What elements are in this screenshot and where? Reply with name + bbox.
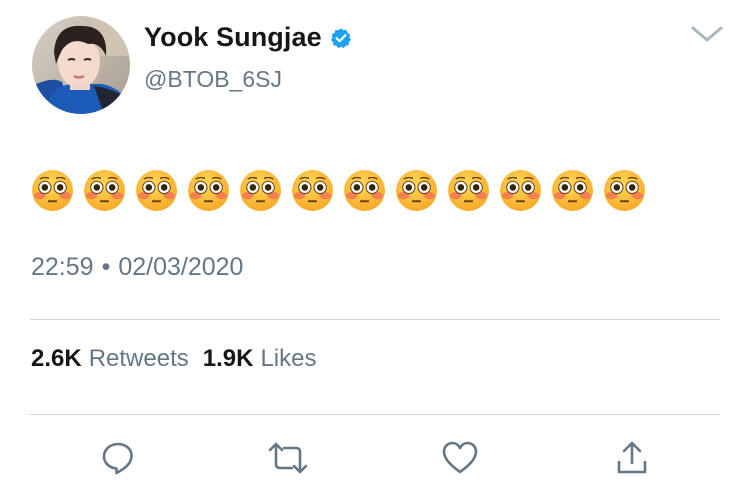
- tweet-actions: [30, 438, 720, 482]
- tweet-header: Yook Sungjae @BTOB_6SJ: [32, 16, 732, 116]
- tweet-stats: 2.6K Retweets 1.9K Likes: [31, 345, 330, 373]
- flushed-face-emoji-icon: [394, 168, 439, 213]
- like-icon[interactable]: [440, 438, 480, 478]
- retweet-icon[interactable]: [268, 438, 308, 478]
- tweet-timestamp[interactable]: 22:59 • 02/03/2020: [31, 253, 243, 282]
- flushed-face-emoji-icon: [498, 168, 543, 213]
- retweets-count[interactable]: 2.6K: [31, 345, 82, 373]
- flushed-face-emoji-icon: [602, 168, 647, 213]
- verified-badge-icon: [330, 27, 352, 49]
- share-icon[interactable]: [612, 438, 652, 478]
- flushed-face-emoji-icon: [290, 168, 335, 213]
- tweet-date: 02/03/2020: [118, 253, 244, 281]
- retweets-label[interactable]: Retweets: [89, 345, 189, 373]
- user-handle[interactable]: @BTOB_6SJ: [144, 66, 282, 93]
- flushed-face-emoji-icon: [238, 168, 283, 213]
- avatar[interactable]: [32, 16, 130, 114]
- flushed-face-emoji-icon: [342, 168, 387, 213]
- timestamp-separator: •: [101, 253, 111, 281]
- flushed-face-emoji-icon: [446, 168, 491, 213]
- likes-count[interactable]: 1.9K: [203, 345, 254, 373]
- tweet-text: [30, 168, 720, 218]
- divider: [30, 414, 720, 415]
- flushed-face-emoji-icon: [134, 168, 179, 213]
- tweet-time: 22:59: [31, 253, 94, 281]
- likes-label[interactable]: Likes: [260, 345, 316, 373]
- flushed-face-emoji-icon: [186, 168, 231, 213]
- flushed-face-emoji-icon: [82, 168, 127, 213]
- display-name[interactable]: Yook Sungjae: [144, 22, 322, 53]
- flushed-face-emoji-icon: [550, 168, 595, 213]
- reply-icon[interactable]: [98, 438, 138, 478]
- flushed-face-emoji-icon: [30, 168, 75, 213]
- chevron-down-icon[interactable]: [690, 24, 724, 46]
- name-row: Yook Sungjae: [144, 22, 352, 53]
- divider: [30, 319, 720, 320]
